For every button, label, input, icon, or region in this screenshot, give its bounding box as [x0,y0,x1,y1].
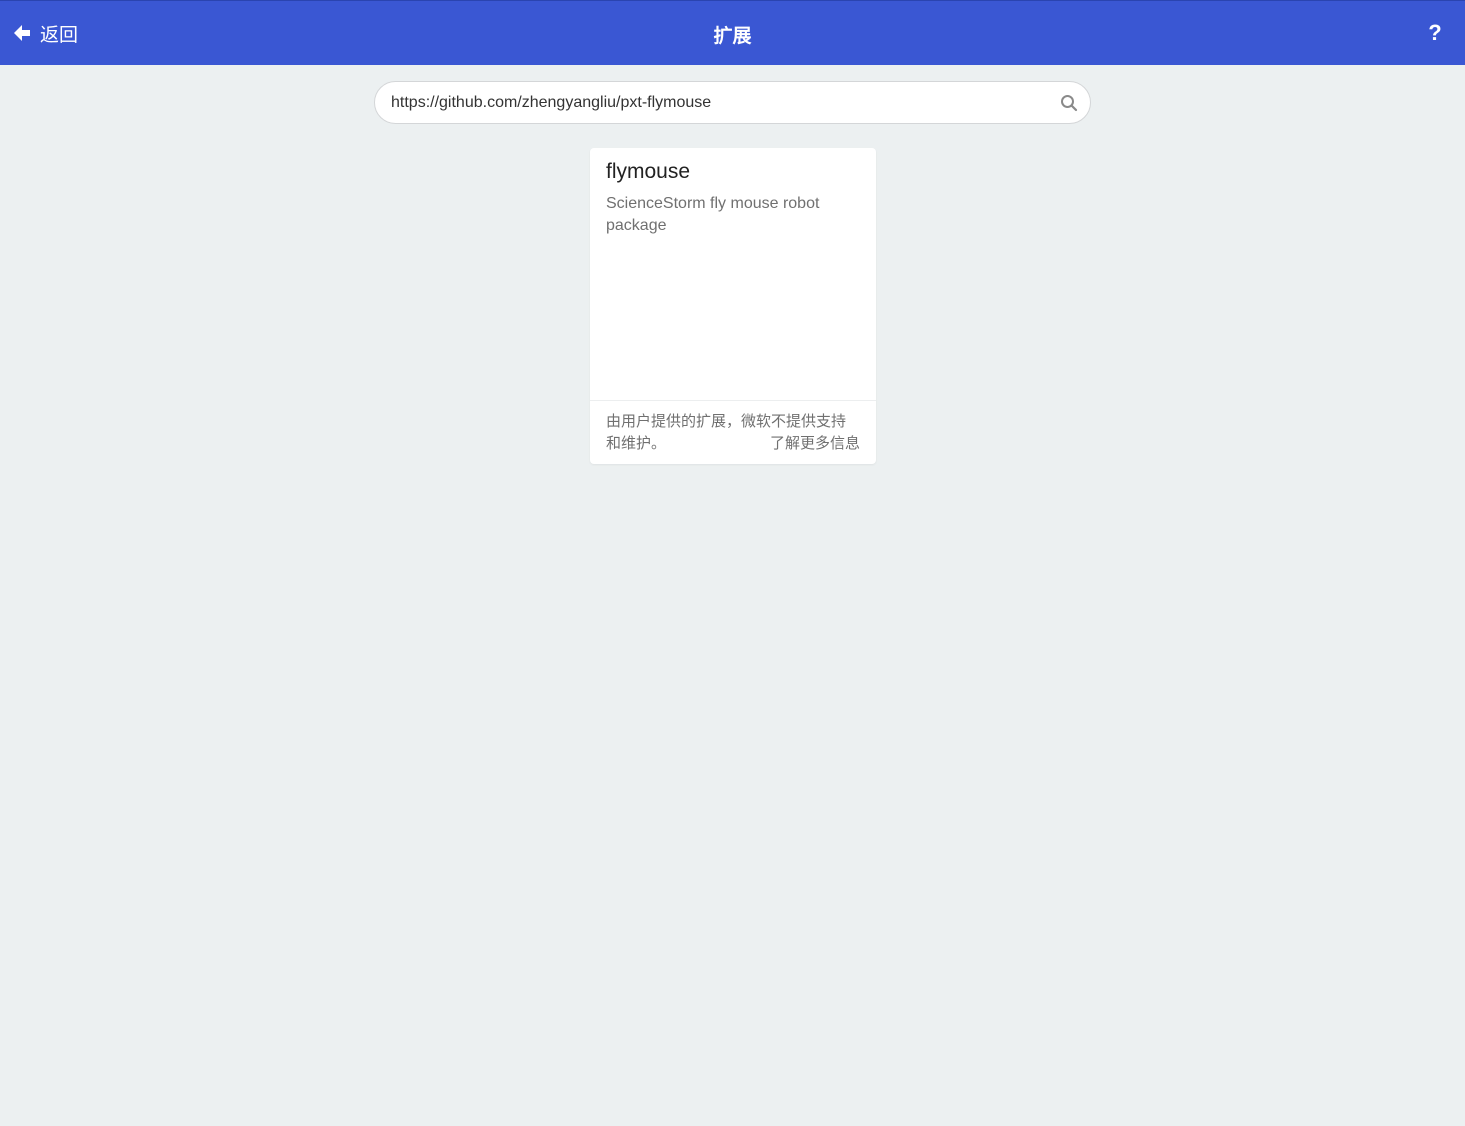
search-icon[interactable] [1060,94,1078,112]
search-input[interactable] [391,82,1051,123]
extension-card-flymouse[interactable]: flymouse ScienceStorm fly mouse robot pa… [590,148,876,464]
learn-more-link[interactable]: 了解更多信息 [770,433,860,455]
top-bar: 返回 扩展 ? [0,0,1465,65]
question-mark-icon: ? [1428,20,1442,45]
search-box [374,81,1091,124]
card-title: flymouse [606,160,691,183]
help-button[interactable]: ? [1425,19,1445,47]
card-divider [590,400,876,401]
page-title: 扩展 [713,26,752,47]
card-description: ScienceStorm fly mouse robot package [606,195,820,234]
